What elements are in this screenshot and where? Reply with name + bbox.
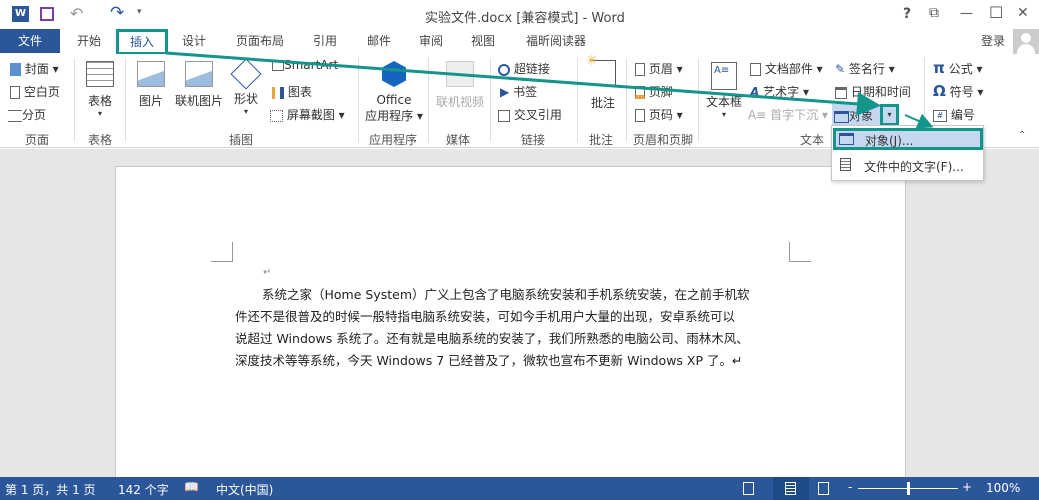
- print-layout-icon[interactable]: [773, 477, 809, 500]
- web-layout-icon[interactable]: [818, 482, 829, 495]
- language[interactable]: 中文(中国): [216, 481, 273, 498]
- zoom-slider-thumb[interactable]: [907, 482, 910, 495]
- annotation-arrows: [165, 51, 934, 129]
- proofing-icon[interactable]: 📖: [184, 480, 199, 494]
- page-count[interactable]: 第 1 页，共 1 页: [5, 481, 96, 498]
- arrow-to-object: [165, 51, 881, 116]
- arrow-to-menu: [904, 113, 934, 129]
- status-bar: 第 1 页，共 1 页 142 个字 📖 中文(中国) - + 100%: [0, 477, 1039, 500]
- word-count[interactable]: 142 个字: [118, 481, 169, 498]
- zoom-level[interactable]: 100%: [986, 481, 1020, 495]
- zoom-in-button[interactable]: +: [962, 480, 972, 494]
- read-mode-icon[interactable]: [743, 482, 754, 495]
- zoom-out-button[interactable]: -: [848, 480, 852, 494]
